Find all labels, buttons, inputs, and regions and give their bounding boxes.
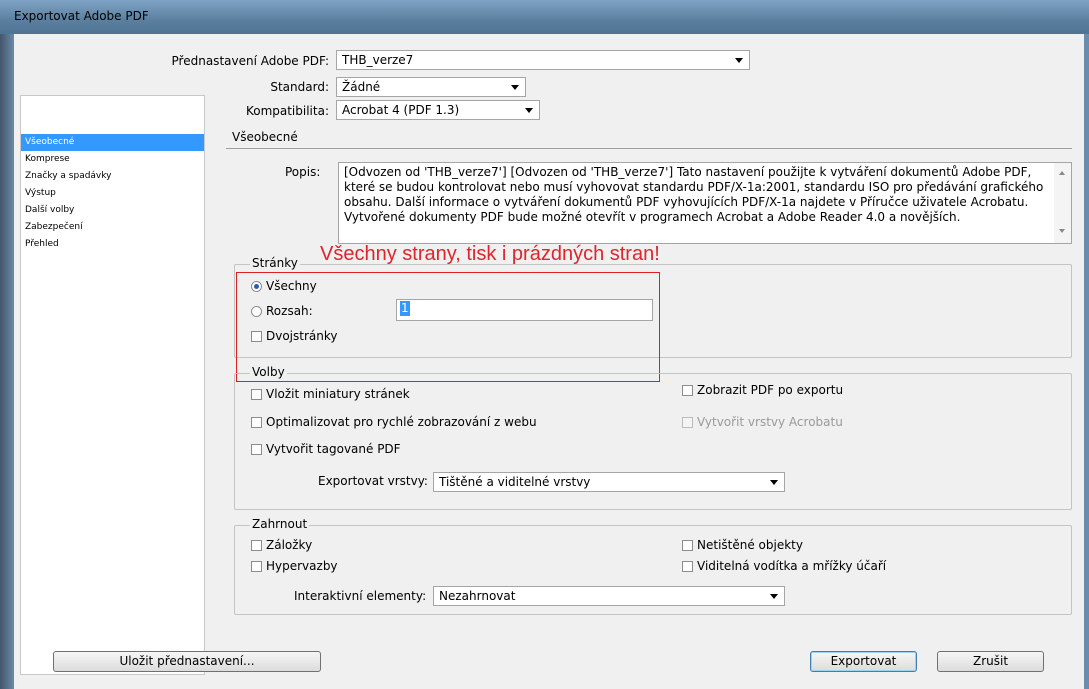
scroll-up-icon	[1059, 171, 1065, 175]
compatibility-value: Acrobat 4 (PDF 1.3)	[342, 103, 460, 117]
optimize-label: Optimalizovat pro rychlé zobrazování z w…	[266, 415, 537, 429]
view-after-export-checkbox[interactable]	[682, 385, 693, 396]
thumbnails-checkbox[interactable]	[251, 389, 262, 400]
preset-label: Přednastavení Adobe PDF:	[171, 54, 329, 68]
range-value: 1	[400, 301, 410, 316]
sidebar-item-compression[interactable]: Komprese	[21, 151, 204, 168]
description-label: Popis:	[285, 165, 321, 179]
pages-group-title: Stránky	[250, 256, 300, 270]
save-preset-button[interactable]: Uložit přednastavení...	[53, 651, 321, 672]
export-layers-label: Exportovat vrstvy:	[318, 474, 428, 488]
optimize-checkbox[interactable]	[251, 417, 262, 428]
category-list: Všeobecné Komprese Značky a spadávky Výs…	[20, 95, 205, 675]
guides-checkbox[interactable]	[682, 561, 693, 572]
window-title: Exportovat Adobe PDF	[14, 9, 149, 23]
interactive-label: Interaktivní elementy:	[294, 589, 427, 603]
annotation-note: Všechny strany, tisk i prázdných stran!	[320, 243, 660, 265]
sidebar-item-security[interactable]: Zabezpečení	[21, 219, 204, 236]
bookmarks-label: Záložky	[266, 538, 313, 552]
compatibility-label: Kompatibilita:	[245, 104, 329, 118]
tagged-pdf-label: Vytvořit tagované PDF	[266, 442, 401, 456]
spreads-label: Dvojstránky	[266, 329, 338, 343]
standard-select[interactable]: Žádné	[336, 77, 526, 97]
preset-select[interactable]: THB_verze7	[336, 50, 750, 70]
range-radio[interactable]	[251, 306, 262, 317]
options-group-title: Volby	[250, 365, 287, 379]
chevron-down-icon	[735, 58, 743, 63]
nonprinting-label: Netištěné objekty	[697, 538, 803, 552]
acrobat-layers-checkbox[interactable]	[682, 417, 693, 428]
export-button[interactable]: Exportovat	[810, 651, 917, 672]
export-layers-select[interactable]: Tištěné a viditelné vrstvy	[433, 472, 785, 492]
interactive-value: Nezahrnovat	[439, 589, 516, 603]
range-label: Rozsah:	[266, 304, 313, 318]
range-input[interactable]: 1	[396, 299, 653, 321]
cancel-button[interactable]: Zrušit	[937, 651, 1044, 672]
sidebar-item-marks-bleeds[interactable]: Značky a spadávky	[21, 168, 204, 185]
view-after-export-label: Zobrazit PDF po exportu	[697, 383, 844, 397]
sidebar-item-summary[interactable]: Přehled	[21, 236, 204, 253]
hyperlinks-checkbox[interactable]	[251, 561, 262, 572]
sidebar-item-output[interactable]: Výstup	[21, 185, 204, 202]
standard-label: Standard:	[270, 80, 329, 94]
tagged-pdf-checkbox[interactable]	[251, 444, 262, 455]
window-frame	[0, 34, 14, 689]
description-text: [Odvozen od 'THB_verze7'] [Odvozen od 'T…	[344, 165, 1044, 224]
section-divider	[226, 148, 1072, 149]
description-box[interactable]: [Odvozen od 'THB_verze7'] [Odvozen od 'T…	[338, 162, 1072, 244]
spreads-checkbox[interactable]	[251, 331, 262, 342]
chevron-down-icon	[770, 594, 778, 599]
acrobat-layers-label: Vytvořit vrstvy Acrobatu	[697, 415, 843, 429]
sidebar-item-general[interactable]: Všeobecné	[21, 134, 204, 151]
interactive-select[interactable]: Nezahrnovat	[433, 586, 785, 606]
export-pdf-dialog: Exportovat Adobe PDF Přednastavení Adobe…	[0, 0, 1089, 689]
hyperlinks-label: Hypervazby	[266, 559, 338, 573]
bookmarks-checkbox[interactable]	[251, 540, 262, 551]
scrollbar[interactable]	[1054, 163, 1071, 243]
include-group-title: Zahrnout	[250, 517, 310, 531]
section-title: Všeobecné	[232, 130, 298, 144]
all-pages-radio[interactable]	[251, 281, 262, 292]
thumbnails-label: Vložit miniatury stránek	[266, 387, 410, 401]
chevron-down-icon	[525, 108, 533, 113]
compatibility-select[interactable]: Acrobat 4 (PDF 1.3)	[336, 100, 540, 120]
export-layers-value: Tištěné a viditelné vrstvy	[439, 475, 591, 489]
title-bar[interactable]: Exportovat Adobe PDF	[0, 0, 1089, 34]
nonprinting-checkbox[interactable]	[682, 540, 693, 551]
all-pages-label: Všechny	[266, 279, 317, 293]
chevron-down-icon	[770, 480, 778, 485]
guides-label: Viditelná vodítka a mřížky účaří	[697, 559, 887, 573]
chevron-down-icon	[511, 85, 519, 90]
sidebar-item-advanced[interactable]: Další volby	[21, 202, 204, 219]
standard-value: Žádné	[342, 80, 381, 94]
scroll-down-icon	[1059, 229, 1065, 233]
preset-value: THB_verze7	[342, 53, 414, 67]
